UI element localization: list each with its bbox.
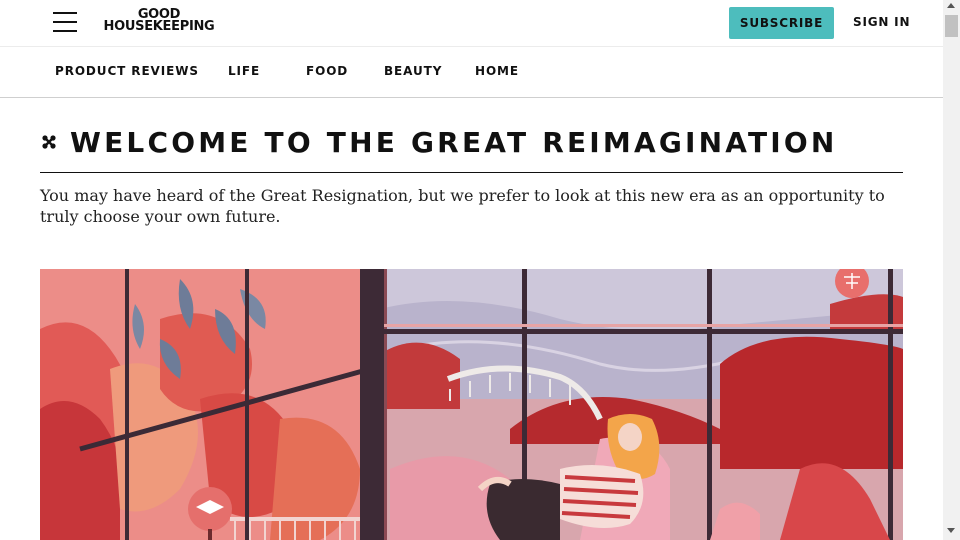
vertical-scrollbar[interactable]: [943, 0, 960, 540]
scroll-up-arrow-icon[interactable]: [947, 3, 955, 8]
sign-in-link[interactable]: SIGN IN: [853, 15, 910, 29]
nav-item-life[interactable]: LIFE: [228, 64, 260, 78]
nav-item-food[interactable]: FOOD: [306, 64, 348, 78]
hero-illustration-art: [40, 269, 903, 540]
page: GOOD HOUSEKEEPING SUBSCRIBE SIGN IN PROD…: [0, 0, 943, 540]
headline-block: WELCOME TO THE GREAT REIMAGINATION: [40, 126, 903, 173]
logo-line-2: HOUSEKEEPING: [103, 19, 215, 34]
hamburger-menu-icon[interactable]: [53, 11, 77, 33]
page-title: WELCOME TO THE GREAT REIMAGINATION: [70, 126, 838, 159]
category-nav: PRODUCT REVIEWS LIFE FOOD BEAUTY HOME: [0, 47, 943, 98]
article-dek: You may have heard of the Great Resignat…: [40, 186, 885, 226]
site-header: GOOD HOUSEKEEPING SUBSCRIBE SIGN IN: [0, 0, 943, 47]
nav-item-home[interactable]: HOME: [475, 64, 519, 78]
scrollbar-thumb[interactable]: [945, 15, 958, 37]
hero-illustration: [40, 269, 903, 540]
scroll-down-arrow-icon[interactable]: [947, 528, 955, 533]
nav-item-product-reviews[interactable]: PRODUCT REVIEWS: [55, 64, 199, 78]
sparkle-icon: [42, 135, 56, 149]
site-logo[interactable]: GOOD HOUSEKEEPING: [99, 8, 219, 34]
nav-item-beauty[interactable]: BEAUTY: [384, 64, 442, 78]
subscribe-button[interactable]: SUBSCRIBE: [729, 7, 834, 39]
